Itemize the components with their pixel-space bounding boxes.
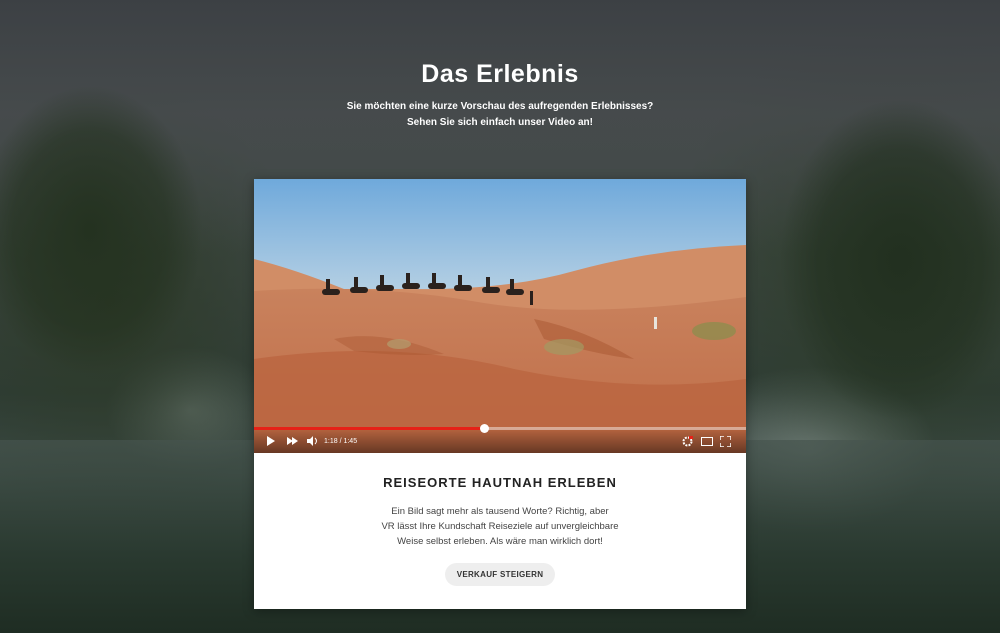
volume-icon: [307, 436, 317, 446]
next-icon: [287, 437, 298, 445]
theater-mode-button[interactable]: [701, 435, 713, 447]
fullscreen-icon: [720, 435, 731, 447]
volume-button[interactable]: [307, 435, 318, 447]
video-controls: 1:18 / 1:45: [254, 424, 746, 453]
card-text-line-2: VR lässt Ihre Kundschaft Reiseziele auf …: [381, 521, 619, 532]
card-title: REISEORTE HAUTNAH ERLEBEN: [383, 475, 617, 490]
verkauf-steigern-button[interactable]: VERKAUF STEIGERN: [444, 563, 556, 586]
next-button[interactable]: [287, 435, 298, 447]
play-button[interactable]: [266, 435, 276, 447]
card-body: REISEORTE HAUTNAH ERLEBEN Ein Bild sagt …: [254, 475, 746, 586]
play-icon: [267, 436, 275, 446]
settings-icon: [682, 435, 693, 446]
subtitle-line-2: Sehen Sie sich einfach unser Video an!: [407, 117, 593, 128]
progress-played: [254, 427, 485, 430]
progress-scrubber[interactable]: [480, 424, 490, 433]
video-card: 1:18 / 1:45 REISEORTE HAUTNAH ERLEBEN Ei…: [254, 179, 746, 609]
card-text-line-3: Weise selbst erleben. Als wäre man wirkl…: [397, 536, 603, 547]
section-subtitle: Sie möchten eine kurze Vorschau des aufr…: [0, 99, 1000, 131]
progress-bar[interactable]: [254, 424, 746, 433]
time-display: 1:18 / 1:45: [324, 437, 358, 445]
background-trees-left: [0, 80, 260, 440]
section-title: Das Erlebnis: [421, 60, 579, 88]
fullscreen-button[interactable]: [720, 435, 731, 447]
settings-button[interactable]: [682, 435, 693, 447]
theater-mode-icon: [701, 436, 713, 446]
video-thumbnail-desert: [254, 179, 746, 453]
card-description: Ein Bild sagt mehr als tausend Worte? Ri…: [350, 504, 650, 549]
subtitle-line-1: Sie möchten eine kurze Vorschau des aufr…: [346, 101, 654, 112]
card-text-line-1: Ein Bild sagt mehr als tausend Worte? Ri…: [391, 506, 609, 517]
video-player[interactable]: 1:18 / 1:45: [254, 179, 746, 453]
section-header: Das Erlebnis Sie möchten eine kurze Vors…: [0, 60, 1000, 131]
background-trees-right: [740, 90, 1000, 470]
